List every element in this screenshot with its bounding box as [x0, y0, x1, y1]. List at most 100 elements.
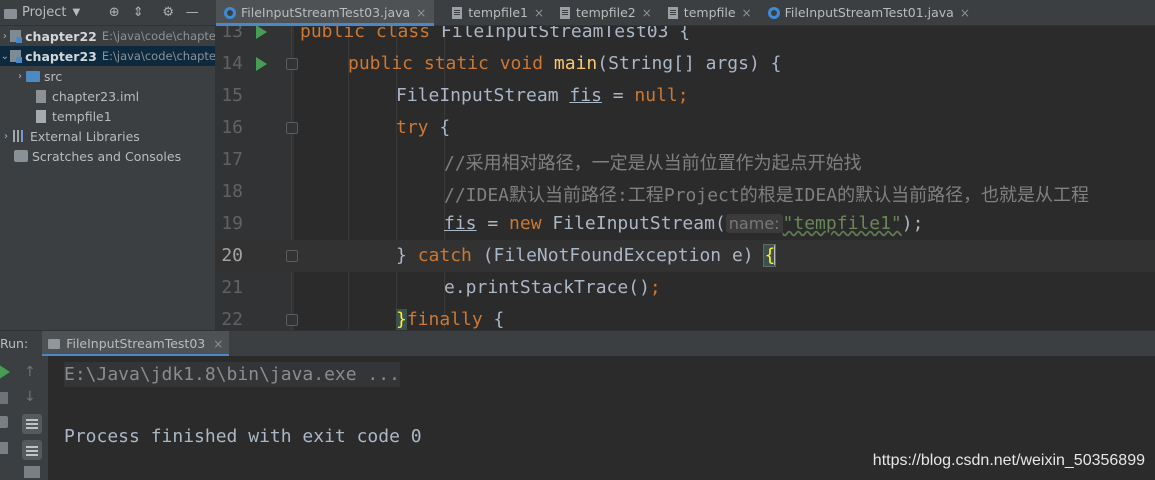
- chevron-down-icon[interactable]: ▼: [72, 7, 80, 18]
- fold-icon[interactable]: [286, 122, 298, 134]
- code-text: fis = new FileInputStream(name: "tempfile…: [444, 213, 924, 234]
- watermark: https://blog.csdn.net/weixin_50356899: [872, 452, 1145, 469]
- gear-icon[interactable]: ⚙: [160, 5, 176, 20]
- line-number: 22: [221, 309, 243, 330]
- line-number: 14: [221, 53, 243, 74]
- arrow-down-icon[interactable]: ↓: [24, 389, 44, 409]
- code-text: try {: [396, 117, 451, 138]
- java-class-icon: [224, 6, 236, 19]
- tree-item-label: chapter23: [25, 48, 97, 64]
- soft-wrap-icon[interactable]: [22, 414, 42, 434]
- text-file-icon: [36, 109, 46, 123]
- line-number: 15: [221, 85, 243, 106]
- java-class-icon: [767, 6, 780, 19]
- close-icon[interactable]: ×: [742, 6, 752, 20]
- tab-label: tempfile2: [576, 5, 636, 20]
- tab-label: tempfile: [683, 5, 736, 20]
- line-number: 19: [221, 213, 243, 234]
- code-text: public class FileInputStreamTest03 {: [300, 26, 691, 42]
- camera-icon[interactable]: [0, 442, 8, 454]
- scroll-to-end-icon[interactable]: [22, 440, 42, 460]
- rerun-icon[interactable]: [0, 364, 10, 380]
- module-icon: [9, 30, 23, 43]
- code-line: 18 //IDEA默认当前路径:工程Project的根是IDEA的默认当前路径，…: [216, 176, 1155, 208]
- run-tab-label: FileInputStreamTest03: [66, 336, 206, 351]
- code-comment: //IDEA默认当前路径:工程Project的根是IDEA的默认当前路径，也就是…: [444, 185, 1090, 206]
- tree-item-path: E:\java\code\chapte: [101, 49, 216, 63]
- project-panel-header: Project ▼ ⊕ ⇕ ⚙ —: [0, 0, 216, 26]
- tree-item-chapter22[interactable]: › chapter22 E:\java\code\chapte: [0, 26, 215, 46]
- code-line: 17 //采用相对路径，一定是从当前位置作为起点开始找: [216, 144, 1155, 176]
- run-method-icon[interactable]: [256, 57, 267, 71]
- hide-icon[interactable]: —: [184, 5, 200, 20]
- code-line: 16 try {: [216, 112, 1155, 144]
- close-icon[interactable]: ×: [416, 6, 426, 20]
- run-tab-fileinputstreamtest03[interactable]: FileInputStreamTest03 ×: [42, 330, 230, 357]
- tree-item-chapter23-iml[interactable]: chapter23.iml: [0, 86, 215, 106]
- fold-icon[interactable]: [286, 314, 298, 326]
- run-panel-header: Run: FileInputStreamTest03 ×: [0, 330, 1155, 357]
- code-line-current: 20 } catch (FileNotFoundException e) {: [216, 240, 1155, 272]
- tab-fileinputstreamtest01[interactable]: FileInputStreamTest01.java ×: [760, 0, 978, 25]
- code-text: e.printStackTrace();: [444, 277, 661, 298]
- arrow-up-icon[interactable]: ↑: [24, 364, 44, 384]
- chevron-down-icon[interactable]: ⌄: [0, 51, 10, 62]
- tree-item-label: chapter22: [25, 28, 97, 44]
- tree-item-label: chapter23.iml: [52, 88, 140, 104]
- iml-file-icon: [36, 89, 46, 103]
- chevron-right-icon[interactable]: ›: [0, 31, 10, 42]
- module-icon: [9, 50, 23, 63]
- tab-label: FileInputStreamTest01.java: [784, 5, 954, 20]
- tab-tempfile1[interactable]: tempfile1 ×: [444, 0, 552, 25]
- text-file-icon: [452, 6, 463, 19]
- close-icon[interactable]: ×: [213, 337, 223, 351]
- source-folder-icon: [26, 70, 40, 82]
- fold-icon[interactable]: [286, 58, 298, 70]
- project-view-selector[interactable]: Project: [22, 5, 66, 20]
- chevron-right-icon[interactable]: ›: [14, 71, 26, 82]
- scratches-icon: [14, 150, 28, 162]
- line-number: 21: [221, 277, 243, 298]
- console-command-line[interactable]: E:\Java\jdk1.8\bin\java.exe ...: [64, 362, 400, 387]
- chevron-right-icon[interactable]: ›: [0, 131, 12, 142]
- project-tree: › chapter22 E:\java\code\chapte ⌄ chapte…: [0, 26, 216, 330]
- tree-item-tempfile1[interactable]: tempfile1: [0, 106, 215, 126]
- text-file-icon: [667, 6, 678, 19]
- tree-item-label: Scratches and Consoles: [32, 148, 182, 164]
- code-text: FileInputStream fis = null;: [396, 85, 689, 106]
- tree-item-label: External Libraries: [30, 128, 140, 144]
- fold-icon[interactable]: [286, 250, 298, 262]
- tree-item-external-libraries[interactable]: › External Libraries: [0, 126, 215, 146]
- print-icon[interactable]: [24, 466, 40, 478]
- stop-icon[interactable]: [0, 392, 8, 404]
- tree-item-chapter23[interactable]: ⌄ chapter23 E:\java\code\chapte: [0, 46, 216, 66]
- tab-tempfile[interactable]: tempfile ×: [660, 0, 760, 25]
- line-number: 17: [221, 149, 243, 170]
- close-icon[interactable]: ×: [642, 6, 652, 20]
- code-text: }finally {: [396, 309, 505, 330]
- tree-item-scratches[interactable]: Scratches and Consoles: [0, 146, 215, 166]
- tab-label: tempfile1: [468, 5, 528, 20]
- code-text: public static void main(String[] args) {: [348, 53, 782, 74]
- run-class-icon[interactable]: [256, 26, 267, 39]
- code-line: 21 e.printStackTrace();: [216, 272, 1155, 304]
- collapse-all-icon[interactable]: ⇕: [130, 5, 146, 20]
- line-number: 13: [221, 26, 243, 42]
- code-line: 14 public static void main(String[] args…: [216, 48, 1155, 80]
- run-toolbar: ↑ ↓: [0, 356, 48, 480]
- tab-fileinputstreamtest03[interactable]: FileInputStreamTest03.java ×: [216, 0, 435, 26]
- code-line: 22 }finally {: [216, 304, 1155, 330]
- close-icon[interactable]: ×: [534, 6, 544, 20]
- close-icon[interactable]: ×: [960, 6, 970, 20]
- console-exit-message: Process finished with exit code 0: [64, 426, 422, 447]
- code-editor[interactable]: 13 public class FileInputStreamTest03 { …: [216, 26, 1155, 330]
- code-line: 19 fis = new FileInputStream(name: "tempf…: [216, 208, 1155, 240]
- tab-tempfile2[interactable]: tempfile2 ×: [552, 0, 660, 25]
- line-number: 20: [221, 245, 243, 266]
- wrench-icon[interactable]: [0, 416, 8, 428]
- tree-item-label: tempfile1: [52, 108, 112, 124]
- library-icon: [12, 130, 26, 142]
- matched-brace: }: [396, 309, 407, 330]
- tree-item-src[interactable]: › src: [0, 66, 215, 86]
- locate-icon[interactable]: ⊕: [106, 5, 122, 20]
